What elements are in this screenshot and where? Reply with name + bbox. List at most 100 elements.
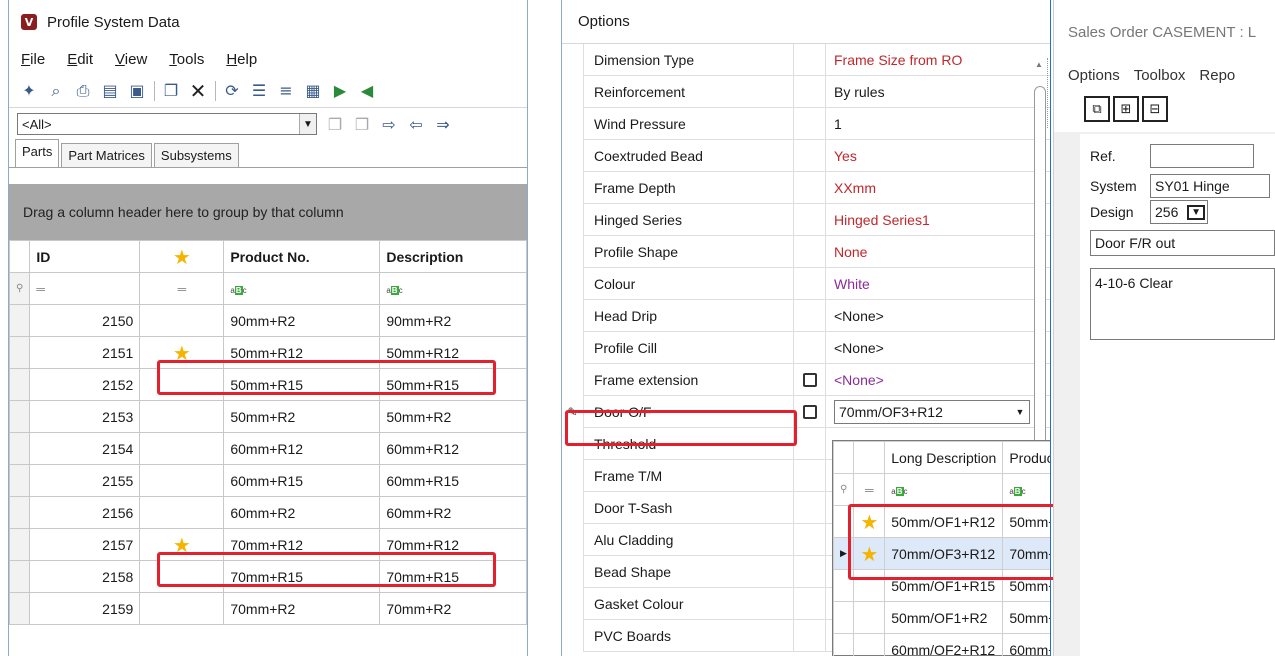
scroll-up-icon[interactable]: ▲: [1035, 60, 1043, 69]
chevron-down-icon[interactable]: ▼: [1011, 407, 1029, 417]
column-header-description[interactable]: Description: [379, 240, 527, 273]
option-value[interactable]: By rules: [834, 84, 885, 100]
dropdown-cell-long[interactable]: 60mm/OF2+R12: [884, 633, 1004, 656]
design-input[interactable]: 256 ▼: [1150, 200, 1208, 224]
chevron-down-icon[interactable]: ▼: [1187, 204, 1205, 220]
cell-description[interactable]: 50mm+R15: [379, 368, 527, 401]
grid-icon[interactable]: ▦: [303, 81, 323, 101]
option-value[interactable]: 1: [834, 116, 842, 132]
cell-id[interactable]: 2153: [29, 400, 141, 433]
tab-part-matrices[interactable]: Part Matrices: [61, 143, 152, 167]
cell-favorite[interactable]: [139, 400, 225, 433]
dropdown-cell-long[interactable]: 50mm/OF1+R2: [884, 601, 1004, 634]
menu-edit[interactable]: Edit: [67, 51, 93, 68]
dropdown-cell-product[interactable]: 50mm+R2: [1002, 601, 1050, 634]
dropdown-favorite-filter[interactable]: ═: [853, 473, 886, 506]
cell-description[interactable]: 60mm+R15: [379, 464, 527, 497]
menu-view[interactable]: View: [115, 51, 147, 68]
cell-description[interactable]: 60mm+R2: [379, 496, 527, 529]
row-selector[interactable]: [9, 560, 31, 593]
option-row[interactable]: Profile Cill <None>: [562, 331, 1050, 364]
cell-description[interactable]: 70mm+R2: [379, 592, 527, 625]
column-header-favorite[interactable]: ★: [139, 240, 225, 273]
cell-id[interactable]: 2157: [29, 528, 141, 561]
row-selector[interactable]: [9, 304, 31, 337]
delete-icon[interactable]: ✕: [188, 79, 208, 103]
cell-description[interactable]: 50mm+R12: [379, 336, 527, 369]
dropdown-cell-product[interactable]: 60mm+R12: [1002, 633, 1050, 656]
cell-description[interactable]: 70mm+R15: [379, 560, 527, 593]
filter-next-icon[interactable]: ⇒: [433, 114, 453, 134]
new-icon[interactable]: ✦: [19, 81, 39, 101]
cell-id[interactable]: 2151: [29, 336, 141, 369]
option-value[interactable]: Yes: [834, 148, 857, 164]
system-input[interactable]: SY01 Hinge: [1150, 174, 1270, 198]
column-header-id[interactable]: ID: [29, 240, 141, 273]
row-selector[interactable]: [9, 368, 31, 401]
dropdown-row[interactable]: 50mm/OF1+R250mm+R2: [832, 601, 1050, 634]
cell-favorite[interactable]: ★: [139, 528, 225, 561]
refresh-icon[interactable]: ⟳: [222, 81, 242, 101]
dropdown-cell-favorite[interactable]: ★: [853, 537, 886, 570]
dropdown-cell-favorite[interactable]: ★: [853, 505, 886, 538]
lookup-icon[interactable]: [802, 404, 817, 419]
dropdown-row[interactable]: ▶★70mm/OF3+R1270mm+R12: [832, 537, 1050, 570]
tab-subsystems[interactable]: Subsystems: [153, 143, 239, 167]
option-row[interactable]: Reinforcement By rules: [562, 75, 1050, 108]
print-icon[interactable]: ⎙: [73, 81, 93, 101]
option-value[interactable]: <None>: [834, 372, 884, 388]
option-value[interactable]: <None>: [834, 308, 884, 324]
option-row[interactable]: Hinged Series Hinged Series1: [562, 203, 1050, 236]
row-selector[interactable]: [9, 432, 31, 465]
filter-combo[interactable]: <All> ▼: [17, 113, 317, 135]
option-value[interactable]: XXmm: [834, 180, 876, 196]
row-selector[interactable]: [9, 496, 31, 529]
cell-description[interactable]: 70mm+R12: [379, 528, 527, 561]
list-icon[interactable]: ≡: [276, 81, 296, 101]
dropdown-row[interactable]: ★50mm/OF1+R1250mm+R12: [832, 505, 1050, 538]
table-row[interactable]: 2151 ★ 50mm+R12 50mm+R12: [9, 336, 527, 369]
menu-help[interactable]: Help: [226, 51, 257, 68]
cell-product[interactable]: 70mm+R12: [223, 528, 381, 561]
menu-toolbox[interactable]: Toolbox: [1134, 67, 1186, 84]
option-value-cell[interactable]: <None>: [826, 300, 1050, 332]
id-filter-cell[interactable]: ═: [29, 272, 141, 305]
row-selector[interactable]: [9, 528, 31, 561]
option-row[interactable]: Frame Depth XXmm: [562, 171, 1050, 204]
option-value-cell[interactable]: Yes: [826, 140, 1050, 172]
table-row[interactable]: 2150 90mm+R2 90mm+R2: [9, 304, 527, 337]
option-value-cell[interactable]: XXmm: [826, 172, 1050, 204]
print-preview-icon[interactable]: ⌕: [46, 81, 66, 101]
open-icon[interactable]: ▤: [100, 81, 120, 101]
option-row[interactable]: ✎ Door O/F 70mm/OF3+R12 ▼: [562, 395, 1050, 428]
option-value-cell[interactable]: <None>: [826, 332, 1050, 364]
option-value-cell[interactable]: Hinged Series1: [826, 204, 1050, 236]
description-filter-cell[interactable]: aBc: [379, 272, 527, 305]
cell-favorite[interactable]: [139, 496, 225, 529]
menu-options[interactable]: Options: [1068, 67, 1120, 84]
table-row[interactable]: 2155 60mm+R15 60mm+R15: [9, 464, 527, 497]
table-row[interactable]: 2158 70mm+R15 70mm+R15: [9, 560, 527, 593]
table-row[interactable]: 2154 60mm+R12 60mm+R12: [9, 432, 527, 465]
filter-copy-icon[interactable]: ❐: [325, 114, 345, 134]
cell-id[interactable]: 2158: [29, 560, 141, 593]
cell-product[interactable]: 50mm+R15: [223, 368, 381, 401]
dropdown-header-long-description[interactable]: Long Description: [884, 441, 1004, 474]
lookup-icon[interactable]: [802, 372, 817, 387]
option-value-cell[interactable]: 1: [826, 108, 1050, 140]
row-selector[interactable]: [9, 400, 31, 433]
filter-icon[interactable]: ⚲: [832, 473, 855, 506]
dropdown-cell-product[interactable]: 50mm+R12: [1002, 505, 1050, 538]
dropdown-header-product[interactable]: Product No.: [1002, 441, 1050, 474]
option-value[interactable]: None: [834, 244, 867, 260]
cell-description[interactable]: 50mm+R2: [379, 400, 527, 433]
filter-paste-icon[interactable]: ❐: [352, 114, 372, 134]
filter-icon[interactable]: ⚲: [9, 272, 31, 305]
cell-favorite[interactable]: [139, 464, 225, 497]
table-row[interactable]: 2153 50mm+R2 50mm+R2: [9, 400, 527, 433]
cell-description[interactable]: 60mm+R12: [379, 432, 527, 465]
dropdown-cell-product[interactable]: 50mm+R15: [1002, 569, 1050, 602]
cell-product[interactable]: 90mm+R2: [223, 304, 381, 337]
dropdown-cell-long[interactable]: 70mm/OF3+R12: [884, 537, 1004, 570]
option-value[interactable]: Frame Size from RO: [834, 52, 962, 68]
